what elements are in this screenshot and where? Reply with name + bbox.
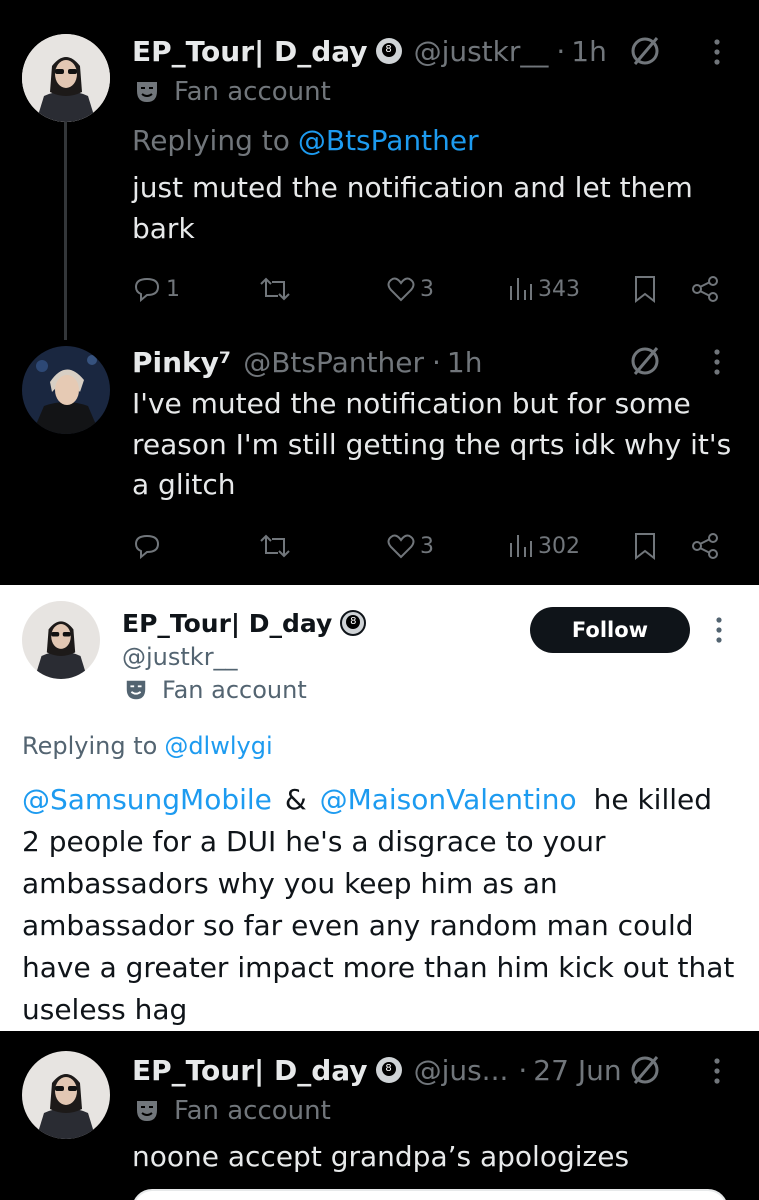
view-count: 343: [538, 276, 580, 302]
bookmark-button[interactable]: [632, 531, 658, 561]
replying-to: Replying to @BtsPanther: [132, 123, 479, 157]
avatar[interactable]: [22, 1051, 110, 1139]
mute-icon[interactable]: [628, 1053, 662, 1091]
theater-mask-icon: [137, 82, 157, 102]
mute-icon[interactable]: [628, 34, 662, 72]
timestamp[interactable]: 27 Jun: [533, 1054, 621, 1087]
bottom-tweet-header: EP_Tour| D_day 8 @jus... · 27 Jun: [132, 1049, 622, 1091]
reply-button[interactable]: 1: [132, 274, 180, 304]
retweet-button[interactable]: [258, 531, 292, 561]
share-button[interactable]: [690, 274, 720, 304]
fan-account-label: Fan account: [124, 673, 307, 707]
like-count: 3: [420, 276, 434, 302]
views-button[interactable]: 302: [508, 531, 580, 561]
handle[interactable]: @BtsPanther: [243, 346, 424, 379]
more-options-icon[interactable]: [712, 38, 722, 70]
share-button[interactable]: [690, 531, 720, 561]
handle[interactable]: @justkr__: [414, 35, 549, 68]
middle-tweet-header: EP_Tour| D_day 8: [122, 605, 367, 641]
eight-ball-badge-icon: 8: [340, 610, 367, 636]
avatar[interactable]: [22, 601, 100, 679]
eight-ball-badge-icon: 8: [375, 1057, 402, 1083]
replying-to-link[interactable]: @dlwlygi: [164, 732, 272, 760]
more-options-icon[interactable]: [714, 616, 724, 648]
eight-ball-badge-icon: 8: [375, 38, 402, 64]
handle[interactable]: @jus...: [414, 1054, 509, 1087]
tweet-text: just muted the notification and let them…: [132, 171, 693, 245]
thread-connector-line: [64, 122, 67, 340]
like-button[interactable]: 3: [386, 531, 434, 561]
display-name[interactable]: EP_Tour| D_day: [132, 35, 368, 68]
replying-to-link[interactable]: @BtsPanther: [298, 124, 479, 157]
like-count: 3: [420, 533, 434, 559]
separator: ·: [431, 345, 441, 379]
separator: ·: [556, 34, 566, 68]
more-options-icon[interactable]: [712, 348, 722, 380]
follow-button[interactable]: Follow: [530, 607, 690, 653]
handle: @justkr__: [122, 643, 238, 671]
theater-mask-icon: [137, 1101, 157, 1121]
middle-tweet-panel: EP_Tour| D_day 8 @justkr__ Follow Fan ac…: [0, 585, 759, 1031]
timestamp[interactable]: 1h: [447, 346, 483, 379]
avatar[interactable]: [22, 34, 110, 122]
timestamp[interactable]: 1h: [571, 35, 607, 68]
avatar[interactable]: [22, 346, 110, 434]
tweet-text: I've muted the notification but for some…: [132, 387, 732, 502]
separator: ·: [518, 1053, 528, 1087]
fan-account-label: Fan account: [134, 1093, 331, 1129]
reply-count: 1: [166, 276, 180, 302]
quoted-tweet-card[interactable]: [132, 1189, 728, 1200]
display-name[interactable]: EP_Tour| D_day: [122, 609, 332, 638]
replying-to: Replying to @dlwlygi: [22, 732, 273, 760]
like-button[interactable]: 3: [386, 274, 434, 304]
tweet-text: noone accept grandpa’s apologizes: [132, 1140, 630, 1173]
views-button[interactable]: 343: [508, 274, 580, 304]
fan-account-label: Fan account: [134, 74, 331, 110]
more-options-icon[interactable]: [712, 1057, 722, 1089]
display-name[interactable]: EP_Tour| D_day: [132, 1054, 368, 1087]
mention-link[interactable]: @MaisonValentino: [320, 783, 577, 816]
tweet1-header: EP_Tour| D_day 8 @justkr__ · 1h: [132, 30, 607, 72]
tweet-text: @SamsungMobile & @MaisonValentino he kil…: [22, 783, 735, 1026]
view-count: 302: [538, 533, 580, 559]
bottom-tweet-panel: EP_Tour| D_day 8 @jus... · 27 Jun Fan ac…: [0, 1031, 759, 1200]
mute-icon[interactable]: [628, 344, 662, 382]
retweet-button[interactable]: [258, 274, 292, 304]
display-name[interactable]: Pinky⁷: [132, 346, 231, 379]
theater-mask-icon: [126, 680, 146, 700]
mention-link[interactable]: @SamsungMobile: [22, 783, 272, 816]
top-thread-panel: EP_Tour| D_day 8 @justkr__ · 1h Fan acco…: [0, 0, 759, 585]
bookmark-button[interactable]: [632, 274, 658, 304]
tweet2-header: Pinky⁷ @BtsPanther · 1h: [132, 342, 482, 382]
reply-button[interactable]: [132, 531, 162, 561]
